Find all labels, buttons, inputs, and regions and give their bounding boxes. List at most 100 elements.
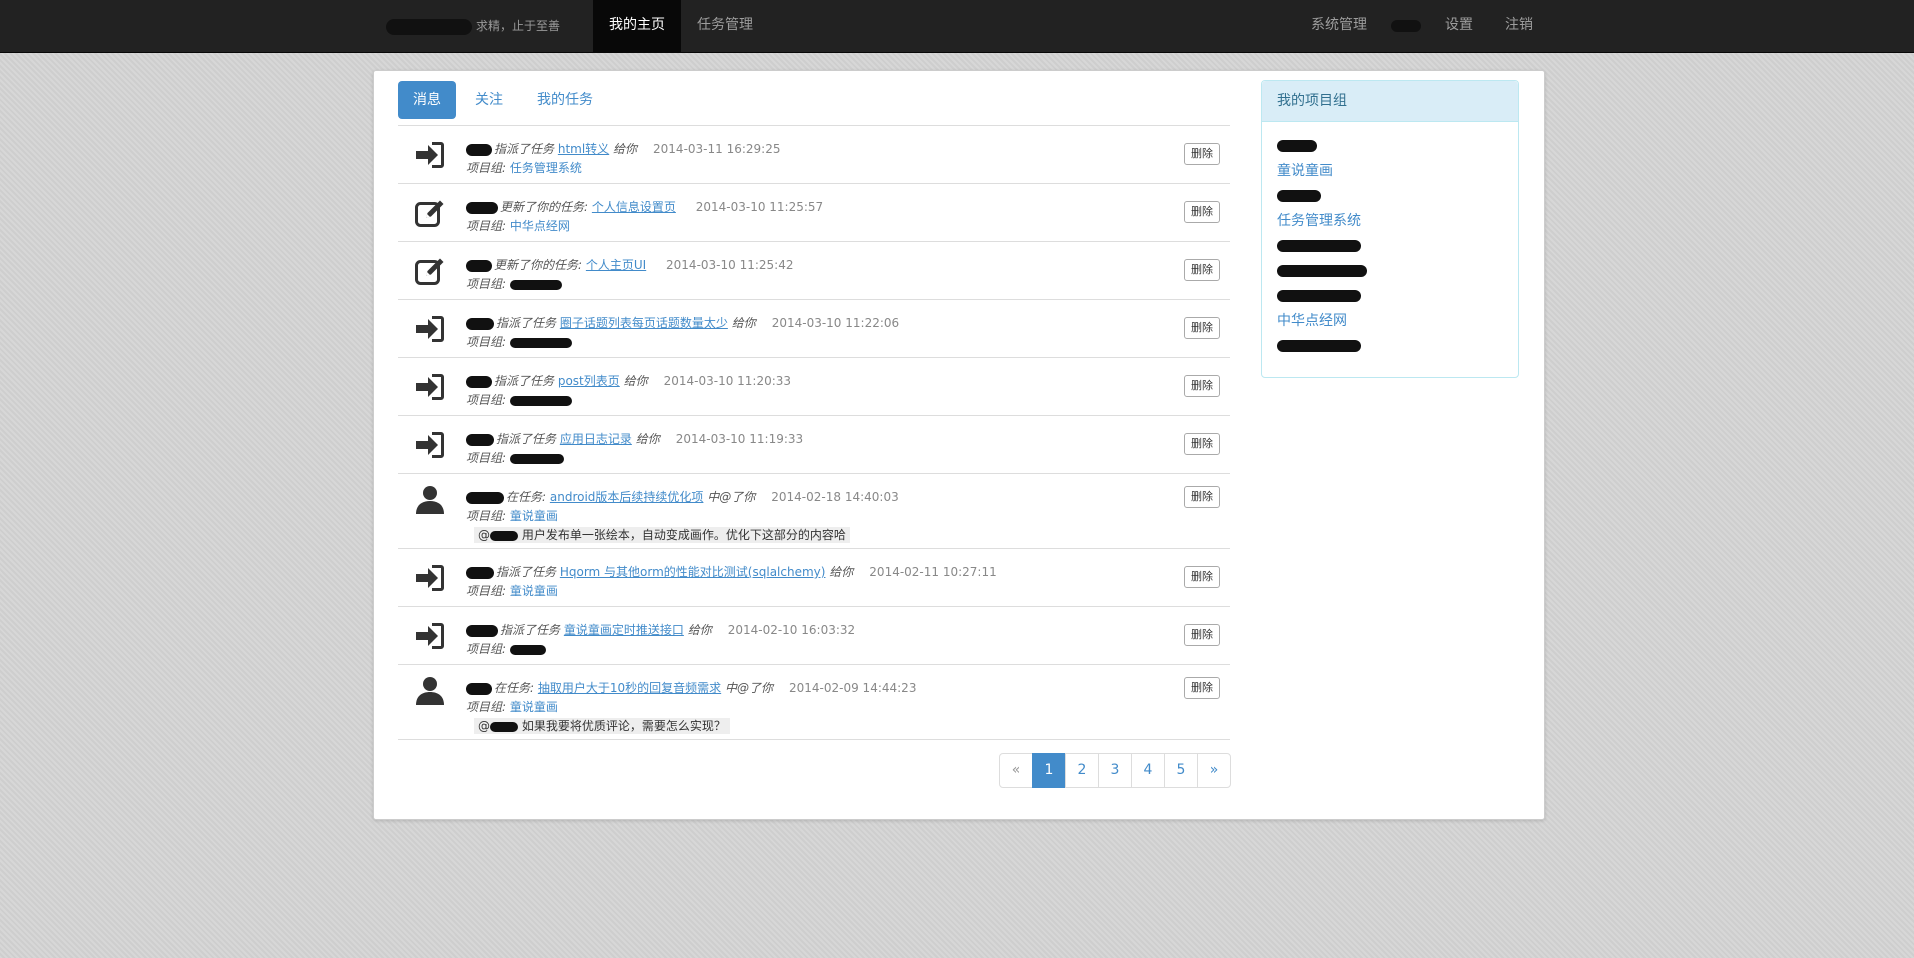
project-link[interactable]: 童说童画 [510, 584, 558, 598]
page-1[interactable]: 1 [1032, 753, 1066, 788]
tab-my-tasks[interactable]: 我的任务 [522, 81, 608, 119]
project-group-item[interactable] [1277, 334, 1503, 359]
sign-in-icon [414, 313, 446, 345]
task-link[interactable]: Hqorm 与其他orm的性能对比测试(sqlalchemy) [560, 565, 826, 579]
project-link[interactable]: 中华点经网 [510, 219, 570, 233]
project-label: 项目组: [466, 642, 507, 656]
username-redacted[interactable] [466, 259, 492, 272]
page-next[interactable]: » [1197, 753, 1231, 788]
username-redacted[interactable] [466, 682, 492, 695]
project-group-item[interactable] [1277, 184, 1503, 209]
mention-quote: @ 如果我要将优质评论，需要怎么实现？ [474, 718, 730, 734]
project-group-item[interactable] [1277, 259, 1503, 284]
delete-button[interactable]: 删除 [1184, 375, 1220, 397]
task-link[interactable]: 应用日志记录 [560, 432, 632, 446]
task-link[interactable]: 个人主页UI [586, 258, 646, 272]
edit-icon [414, 255, 446, 287]
tab-messages[interactable]: 消息 [398, 81, 456, 119]
message-content: 在任务: 抽取用户大于10秒的回复音频需求 中@了你 2014-02-09 14:… [466, 680, 1170, 734]
nav-left: 我的主页 任务管理 [593, 0, 769, 52]
message-row: 指派了任务 Hqorm 与其他orm的性能对比测试(sqlalchemy) 给你… [398, 549, 1230, 607]
delete-button[interactable]: 删除 [1184, 677, 1220, 699]
page-4[interactable]: 4 [1131, 753, 1165, 788]
delete-button[interactable]: 删除 [1184, 259, 1220, 281]
project-name-redacted [1277, 290, 1361, 302]
nav-tasks[interactable]: 任务管理 [681, 0, 769, 52]
project-group-item[interactable]: 任务管理系统 [1277, 209, 1503, 234]
page-5[interactable]: 5 [1164, 753, 1198, 788]
action-suffix: 给你 [687, 623, 712, 637]
action-text: 指派了任务 [500, 623, 561, 637]
delete-button[interactable]: 删除 [1184, 486, 1220, 508]
message-content: 指派了任务 应用日志记录 给你 2014-03-10 11:19:33 项目组: [466, 431, 1170, 466]
project-link[interactable]: 童说童画 [510, 700, 558, 714]
message-row: 指派了任务 html转义 给你 2014-03-11 16:29:25 项目组: 任… [398, 126, 1230, 184]
action-text: 在任务: [494, 681, 535, 695]
nav-settings[interactable]: 设置 [1429, 0, 1489, 52]
project-link[interactable]: 任务管理系统 [510, 161, 582, 175]
delete-button[interactable]: 删除 [1184, 201, 1220, 223]
delete-button[interactable]: 删除 [1184, 317, 1220, 339]
task-link[interactable]: 个人信息设置页 [592, 200, 676, 214]
nav-logout[interactable]: 注销 [1489, 0, 1549, 52]
delete-button[interactable]: 删除 [1184, 143, 1220, 165]
project-label: 项目组: [466, 584, 507, 598]
page-2[interactable]: 2 [1065, 753, 1099, 788]
mention-user-redacted [490, 721, 518, 732]
project-group-item[interactable] [1277, 284, 1503, 309]
message-content: 指派了任务 童说童画定时推送接口 给你 2014-02-10 16:03:32 项目… [466, 622, 1170, 657]
project-redacted[interactable] [509, 279, 562, 290]
project-label: 项目组: [466, 277, 507, 291]
project-redacted[interactable] [509, 644, 546, 655]
username-redacted[interactable] [466, 566, 494, 579]
task-link[interactable]: android版本后续持续优化项 [550, 490, 704, 504]
nav-home[interactable]: 我的主页 [593, 0, 681, 52]
message-row: 在任务: android版本后续持续优化项 中@了你 2014-02-18 14:… [398, 474, 1230, 549]
username-redacted[interactable] [466, 624, 498, 637]
project-label: 项目组: [466, 161, 507, 175]
project-group-item[interactable] [1277, 234, 1503, 259]
project-group-item[interactable] [1277, 134, 1503, 159]
timestamp: 2014-03-10 11:20:33 [663, 374, 792, 388]
task-link[interactable]: 圈子话题列表每页话题数量太少 [560, 316, 728, 330]
message-row: 更新了你的任务: 个人主页UI 2014-03-10 11:25:42 项目组: … [398, 242, 1230, 300]
action-text: 指派了任务 [494, 374, 555, 388]
task-link[interactable]: post列表页 [558, 374, 620, 388]
username-redacted[interactable] [466, 143, 492, 156]
project-link[interactable]: 童说童画 [510, 509, 558, 523]
page-3[interactable]: 3 [1098, 753, 1132, 788]
tab-following[interactable]: 关注 [460, 81, 518, 119]
task-link[interactable]: 童说童画定时推送接口 [564, 623, 684, 637]
timestamp: 2014-03-10 11:25:42 [666, 258, 794, 272]
username-redacted[interactable] [466, 433, 494, 446]
project-group-item[interactable]: 童说童画 [1277, 159, 1503, 184]
project-redacted[interactable] [509, 395, 572, 406]
message-content: 指派了任务 圈子话题列表每页话题数量太少 给你 2014-03-10 11:22:… [466, 315, 1170, 350]
delete-button[interactable]: 删除 [1184, 433, 1220, 455]
message-content: 指派了任务 Hqorm 与其他orm的性能对比测试(sqlalchemy) 给你… [466, 564, 1170, 599]
username-redacted[interactable] [466, 317, 494, 330]
message-row: 指派了任务 post列表页 给你 2014-03-10 11:20:33 项目组: … [398, 358, 1230, 416]
project-redacted[interactable] [509, 337, 572, 348]
project-redacted[interactable] [509, 453, 564, 464]
delete-button[interactable]: 删除 [1184, 624, 1220, 646]
page-prev[interactable]: « [999, 753, 1033, 788]
project-group-item[interactable]: 中华点经网 [1277, 309, 1503, 334]
project-name-redacted [1277, 265, 1367, 277]
mention-quote: @ 用户发布单一张绘本，自动变成画作。优化下这部分的内容哈 [474, 527, 850, 543]
task-link[interactable]: 抽取用户大于10秒的回复音频需求 [538, 681, 721, 695]
nav-system[interactable]: 系统管理 [1295, 0, 1383, 52]
action-text: 更新了你的任务: [494, 258, 583, 272]
project-name-redacted [1277, 140, 1317, 152]
delete-button[interactable]: 删除 [1184, 566, 1220, 588]
project-label: 项目组: [466, 219, 507, 233]
sign-in-icon [414, 429, 446, 461]
project-label: 项目组: [466, 335, 507, 349]
brand[interactable]: 求精，止于至善 [386, 0, 560, 52]
username-redacted[interactable] [466, 491, 504, 504]
task-link[interactable]: html转义 [558, 142, 609, 156]
nav-username-redacted[interactable] [1391, 20, 1421, 32]
username-redacted[interactable] [466, 375, 492, 388]
nav-right: 系统管理 设置 注销 [1295, 0, 1549, 52]
username-redacted[interactable] [466, 201, 498, 214]
